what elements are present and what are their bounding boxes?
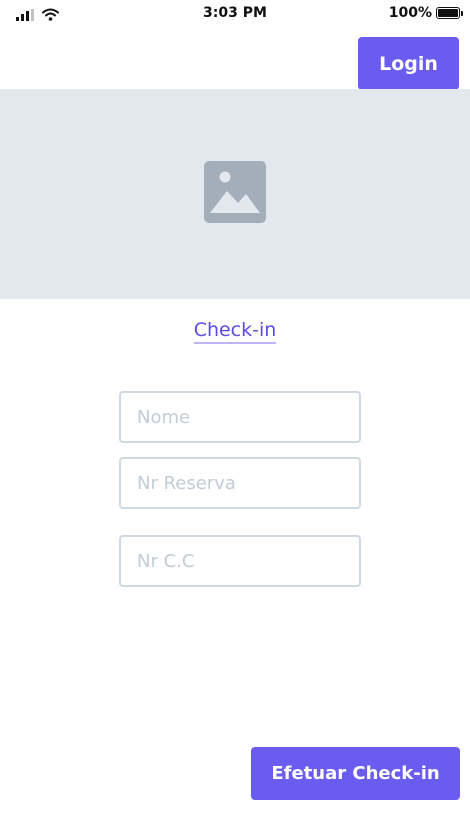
hero-image	[0, 89, 470, 299]
reservation-number-input[interactable]	[119, 457, 361, 509]
battery-percent: 100%	[388, 5, 432, 21]
status-right: 100%	[388, 5, 463, 21]
image-placeholder-icon	[204, 161, 266, 227]
checkin-link-wrapper: Check-in	[0, 319, 470, 344]
submit-checkin-button[interactable]: Efetuar Check-in	[251, 747, 460, 800]
login-button[interactable]: Login	[358, 37, 459, 90]
checkin-screen: 3:03 PM 100% Login Check-in Efetuar Chec…	[0, 0, 470, 835]
battery-full-icon	[436, 7, 463, 19]
nome-input[interactable]	[119, 391, 361, 443]
status-bar: 3:03 PM 100%	[0, 0, 470, 26]
checkin-link[interactable]: Check-in	[193, 319, 277, 344]
id-card-number-input[interactable]	[119, 535, 361, 587]
